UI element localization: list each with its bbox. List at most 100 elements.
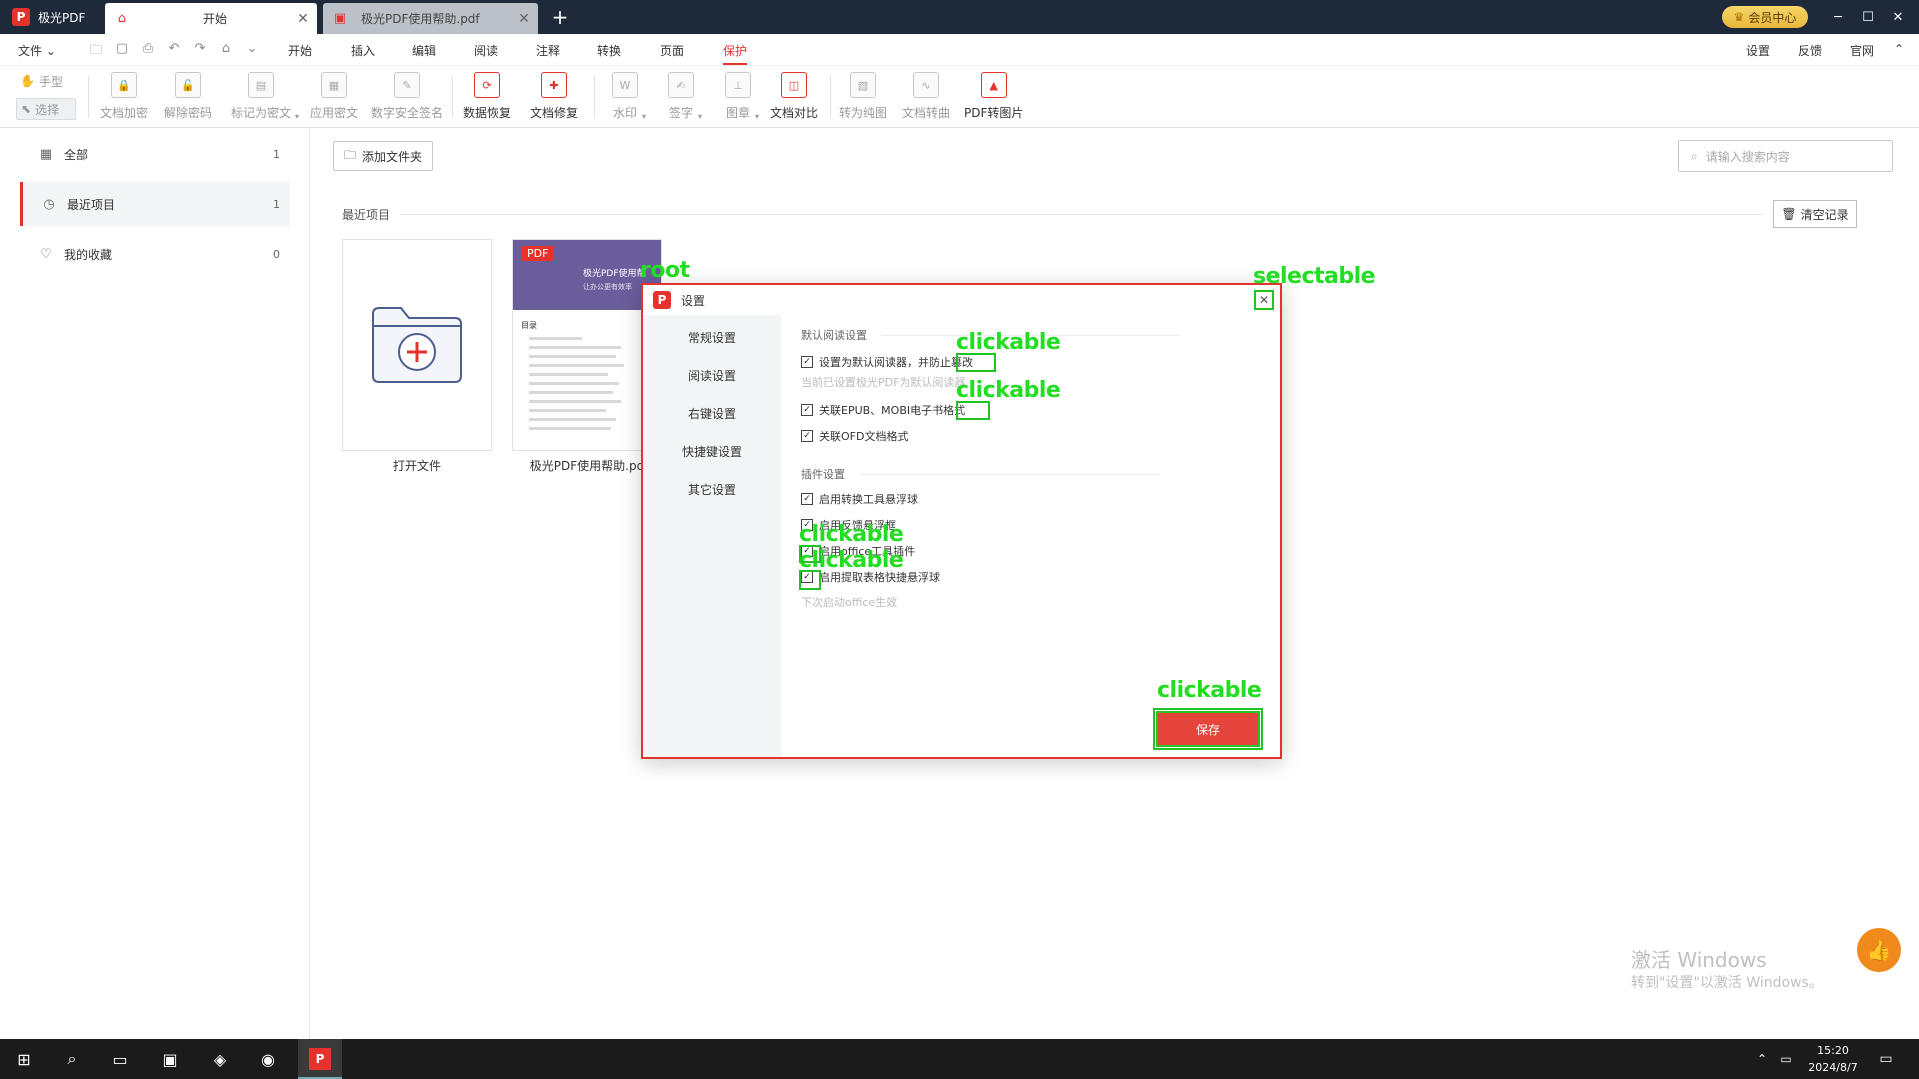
- pdf-tag: PDF: [521, 246, 555, 261]
- hand-mode-button[interactable]: ✋ 手型: [16, 70, 76, 92]
- tool-watermark[interactable]: W 水印 ▾: [612, 72, 646, 121]
- file-explorer-icon[interactable]: ▣: [158, 1047, 182, 1071]
- annotation-label: clickable: [956, 330, 1061, 355]
- nav-general[interactable]: 常规设置: [643, 329, 781, 346]
- close-icon[interactable]: ✕: [293, 11, 313, 27]
- collapse-ribbon-icon[interactable]: ⌃: [1894, 42, 1904, 56]
- clock-date[interactable]: 2024/8/7: [1798, 1061, 1868, 1074]
- tool-sign[interactable]: ✍ 签字 ▾: [668, 72, 702, 121]
- menu-feedback[interactable]: 反馈: [1798, 42, 1822, 59]
- apply-redact-icon: ▦: [321, 72, 347, 98]
- add-folder-button[interactable]: 🗀 添加文件夹: [333, 141, 433, 171]
- option-float-ball[interactable]: ✓ 启用转换工具悬浮球: [801, 491, 918, 507]
- checkbox-checked[interactable]: ✓: [801, 356, 813, 368]
- sidebar-item-favorites[interactable]: ♡ 我的收藏 0: [20, 232, 290, 276]
- vip-center-button[interactable]: ♛ 会员中心: [1722, 6, 1808, 28]
- menu-edit[interactable]: 编辑: [412, 42, 436, 59]
- menu-website[interactable]: 官网: [1850, 42, 1874, 59]
- app-shortcut-icon[interactable]: ◈: [208, 1047, 232, 1071]
- clear-history-button[interactable]: 🗑 清空记录: [1773, 200, 1857, 228]
- save-button[interactable]: 保存: [1153, 708, 1263, 750]
- option-label: 关联EPUB、MOBI电子书格式: [819, 404, 966, 417]
- nav-shortcuts[interactable]: 快捷键设置: [643, 443, 781, 460]
- annotation-label: clickable: [956, 378, 1061, 403]
- sidebar-item-recent[interactable]: ◷ 最近项目 1: [20, 182, 290, 226]
- tool-to-image-pdf[interactable]: ▧ 转为纯图: [839, 72, 887, 121]
- sidebar-item-all[interactable]: ▦ 全部 1: [20, 132, 290, 176]
- redo-icon[interactable]: ↷: [192, 41, 208, 63]
- tool-pdf-to-image[interactable]: ▲ PDF转图片: [964, 72, 1023, 121]
- dropdown-icon[interactable]: ⌄: [244, 41, 260, 63]
- jiguang-pdf-icon[interactable]: P: [308, 1047, 332, 1071]
- tool-remove-password[interactable]: 🔓 解除密码: [164, 72, 212, 121]
- nav-reading[interactable]: 阅读设置: [643, 367, 781, 384]
- open-file-card[interactable]: [342, 239, 492, 451]
- clock-time[interactable]: 15:20: [1798, 1044, 1868, 1057]
- pdf-image-icon: ▲: [980, 72, 1007, 98]
- toolbar-divider: [594, 76, 595, 118]
- tab-pdf[interactable]: ▣ 极光PDF使用帮助.pdf ✕: [323, 3, 538, 34]
- task-view-icon[interactable]: ▭: [108, 1047, 132, 1071]
- home-icon[interactable]: ⌂: [218, 41, 234, 63]
- tool-doc-repair[interactable]: ✚ 文档修复: [530, 72, 578, 121]
- tool-apply-redact[interactable]: ▦ 应用密文: [310, 72, 358, 121]
- menu-start[interactable]: 开始: [288, 42, 312, 59]
- new-tab-button[interactable]: +: [550, 6, 570, 28]
- checkbox-checked[interactable]: ✓: [801, 430, 813, 442]
- tool-compare[interactable]: ◫ 文档对比: [770, 72, 818, 121]
- compare-icon: ◫: [781, 72, 807, 98]
- tool-outline-text[interactable]: ∿ 文档转曲: [902, 72, 950, 121]
- menu-annotate[interactable]: 注释: [536, 42, 560, 59]
- network-icon[interactable]: ▭: [1774, 1047, 1798, 1071]
- cursor-icon: ⬉: [21, 102, 32, 116]
- menu-page[interactable]: 页面: [660, 42, 684, 59]
- save-icon[interactable]: ▢: [114, 41, 130, 63]
- option-ofd[interactable]: ✓ 关联OFD文档格式: [801, 428, 908, 444]
- search-input[interactable]: ⌕ 请输入搜索内容: [1678, 140, 1893, 172]
- tool-data-recovery[interactable]: ⟳ 数据恢复: [463, 72, 511, 121]
- menu-settings[interactable]: 设置: [1746, 42, 1770, 59]
- nav-other[interactable]: 其它设置: [643, 481, 781, 498]
- window-close-button[interactable]: ✕: [1880, 0, 1916, 34]
- watermark-icon: W: [612, 72, 638, 98]
- search-icon: ⌕: [1691, 148, 1698, 163]
- repair-icon: ✚: [541, 72, 567, 98]
- menu-protect[interactable]: 保护: [723, 42, 748, 65]
- home-icon: ⌂: [117, 11, 127, 26]
- print-icon[interactable]: ⎙: [140, 41, 156, 63]
- annotation-label: root: [640, 258, 690, 283]
- tool-digital-signature[interactable]: ✎ 数字安全签名: [371, 72, 443, 121]
- menu-insert[interactable]: 插入: [351, 42, 375, 59]
- search-icon[interactable]: ⌕: [60, 1047, 84, 1071]
- chevron-up-icon[interactable]: ⌃: [1750, 1047, 1774, 1071]
- menu-bar: 文件 ⌄ 🗀 ▢ ⎙ ↶ ↷ ⌂ ⌄ 开始 插入 编辑 阅读 注释 转换 页面 …: [0, 34, 1919, 66]
- dialog-close-button[interactable]: ✕: [1254, 290, 1274, 310]
- app-logo-icon: P: [12, 8, 30, 26]
- tool-mark-redact[interactable]: ▤ 标记为密文 ▾: [231, 72, 299, 121]
- folder-add-icon: [372, 307, 462, 383]
- pdf-thumb-toc: 目录: [513, 310, 661, 440]
- tool-encrypt[interactable]: 🔒 文档加密: [100, 72, 148, 121]
- checkbox-checked[interactable]: ✓: [801, 404, 813, 416]
- open-folder-icon[interactable]: 🗀: [88, 41, 104, 63]
- close-icon[interactable]: ✕: [514, 11, 534, 27]
- notification-icon[interactable]: ▭: [1874, 1047, 1898, 1071]
- tool-stamp[interactable]: ⊥ 图章 ▾: [725, 72, 759, 121]
- chrome-icon[interactable]: ◉: [256, 1047, 280, 1071]
- select-mode-button[interactable]: ⬉ 选择: [16, 98, 76, 120]
- option-label: 设置为默认阅读器，并防止篡改: [819, 356, 973, 369]
- windows-start-icon[interactable]: ⊞: [12, 1047, 36, 1071]
- menu-convert[interactable]: 转换: [597, 42, 621, 59]
- option-epub[interactable]: ✓ 关联EPUB、MOBI电子书格式: [801, 402, 965, 418]
- tab-start[interactable]: ⌂ 开始 ✕: [105, 3, 317, 34]
- undo-icon[interactable]: ↶: [166, 41, 182, 63]
- heart-icon: ♡: [40, 246, 52, 262]
- checkbox-checked[interactable]: ✓: [801, 493, 813, 505]
- nav-context-menu[interactable]: 右键设置: [643, 405, 781, 422]
- lock-icon: 🔒: [111, 72, 137, 98]
- option-default-reader[interactable]: ✓ 设置为默认阅读器，并防止篡改: [801, 354, 973, 370]
- menu-file[interactable]: 文件 ⌄: [18, 42, 56, 59]
- thumbs-up-button[interactable]: 👍: [1857, 928, 1901, 972]
- pdf-file-icon: ▣: [333, 11, 347, 26]
- menu-read[interactable]: 阅读: [474, 42, 498, 59]
